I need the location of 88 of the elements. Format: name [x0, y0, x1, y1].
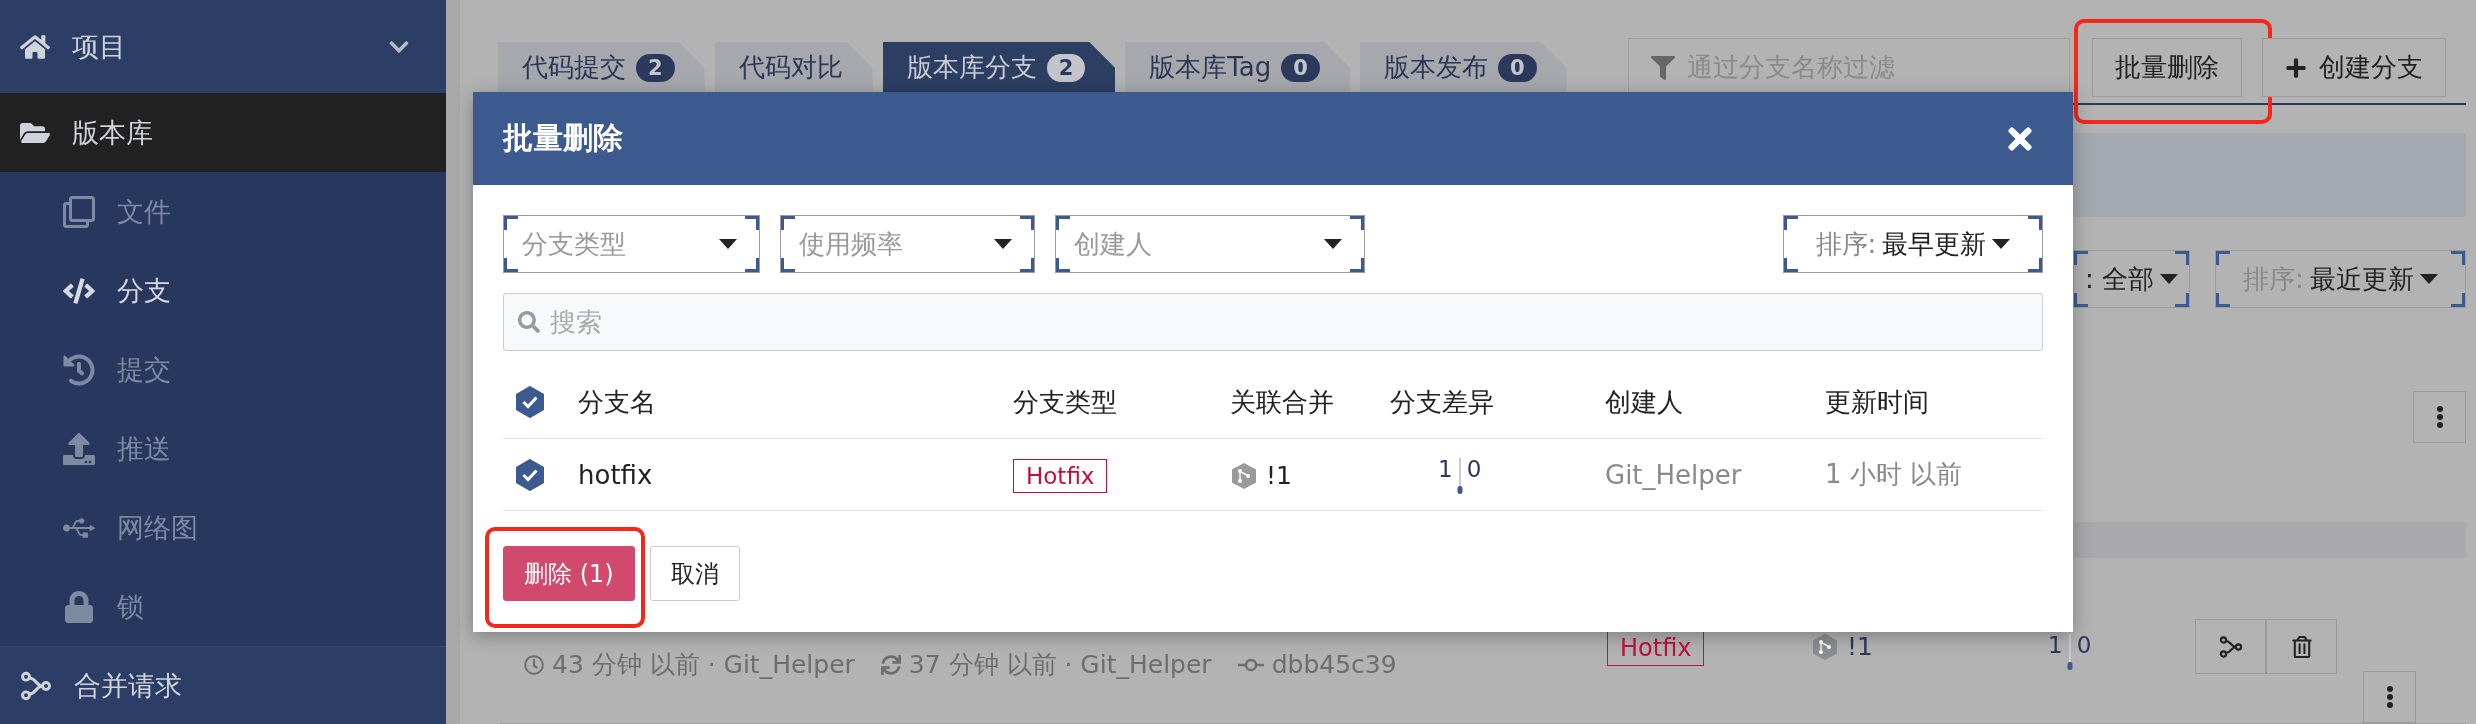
commit-hash: dbb45c39 — [1237, 648, 1397, 681]
tab-label: 代码提交 — [522, 51, 626, 84]
diff-bar-icon — [1454, 455, 1465, 496]
column-header: 分支名 — [578, 385, 657, 419]
select-placeholder: 分支类型 — [522, 227, 626, 261]
checkbox[interactable] — [515, 386, 545, 418]
caret-icon — [2419, 274, 2438, 284]
merge-icon — [1811, 632, 1839, 661]
behind-count: 0 — [1466, 455, 1482, 482]
lock-icon — [63, 590, 95, 623]
caret-icon — [719, 239, 737, 249]
column-header: 关联合并 — [1230, 385, 1335, 419]
column-header: 创建人 — [1605, 385, 1684, 419]
tab-label: 版本库Tag — [1149, 51, 1272, 84]
checkbox[interactable] — [515, 458, 545, 491]
select-placeholder: 创建人 — [1074, 227, 1152, 261]
merge-button[interactable] — [2195, 619, 2266, 674]
sidebar-item[interactable]: 合并请求 — [0, 646, 446, 724]
count-badge: 0 — [1281, 53, 1320, 82]
branch-name: hotfix — [578, 459, 654, 490]
merge-icon — [1230, 461, 1258, 490]
sidebar-item[interactable]: 版本库 — [0, 93, 446, 172]
sidebar-label: 项目 — [72, 29, 127, 64]
sidebar-item[interactable]: 项目 — [0, 0, 446, 93]
tab[interactable]: 版本库分支 2 — [882, 42, 1116, 93]
sync-icon — [880, 654, 901, 675]
behind-count: 0 — [2076, 632, 2092, 658]
search-icon — [518, 311, 540, 333]
history-icon — [63, 353, 95, 386]
caret-icon — [2160, 274, 2178, 284]
more-icon — [2436, 406, 2443, 428]
nodes-icon — [20, 670, 52, 702]
sidebar-label: 文件 — [117, 194, 172, 229]
column-header: 分支类型 — [1013, 385, 1118, 419]
delete-button[interactable] — [2266, 619, 2337, 674]
column-header: 分支差异 — [1390, 385, 1495, 419]
created-time: 43 分钟 以前 · Git_Helper — [524, 648, 855, 681]
copy-icon — [63, 195, 95, 228]
sidebar-label: 锁 — [117, 589, 145, 624]
caret-icon — [994, 239, 1012, 249]
more-button[interactable] — [2413, 391, 2466, 443]
branch-type-tag: Hotfix — [1607, 630, 1705, 666]
upload-icon — [63, 432, 95, 465]
caret-icon — [1992, 239, 2011, 249]
tab[interactable]: 版本发布 0 — [1359, 42, 1567, 93]
ahead-count: 1 — [2048, 632, 2063, 658]
sidebar-label: 推送 — [117, 431, 172, 466]
nodes-icon — [2218, 634, 2243, 659]
count-badge: 0 — [1497, 53, 1537, 82]
tab-label: 版本库分支 — [906, 51, 1037, 84]
branch-type-tag: Hotfix — [1013, 458, 1108, 493]
merge-link[interactable]: !1 — [1266, 461, 1292, 490]
cancel-button[interactable]: 取消 — [649, 546, 740, 601]
clock-icon — [524, 654, 544, 675]
sidebar-label: 提交 — [117, 352, 172, 387]
merge-link[interactable]: !1 — [1847, 632, 1873, 661]
trash-icon — [2290, 635, 2313, 658]
select-placeholder: 使用频率 — [799, 227, 903, 261]
sidebar-label: 版本库 — [72, 115, 154, 150]
more-button[interactable] — [2363, 671, 2416, 723]
diff-bar-icon — [2064, 632, 2075, 672]
filter-icon — [1651, 55, 1675, 80]
create-branch-button[interactable]: 创建分支 — [2262, 38, 2446, 97]
dialog-title: 批量删除 — [503, 119, 623, 157]
column-header: 更新时间 — [1825, 385, 1930, 419]
updated-time: 1 小时 以前 — [1825, 458, 1964, 491]
batch-delete-button[interactable]: 批量删除 — [2092, 38, 2242, 97]
tab[interactable]: 代码提交 2 — [498, 42, 705, 93]
sidebar-label: 合并请求 — [74, 669, 183, 703]
tab[interactable]: 代码对比 — [714, 42, 873, 93]
search-placeholder: 搜索 — [550, 305, 602, 339]
plus-icon — [2285, 56, 2307, 79]
caret-icon — [1324, 239, 1342, 249]
more-icon — [2386, 686, 2393, 708]
updated-time: 37 分钟 以前 · Git_Helper — [880, 648, 1212, 681]
ahead-count: 1 — [1438, 455, 1453, 482]
tab-label: 代码对比 — [738, 51, 843, 84]
sort-dropdown[interactable]: 排序: 最早更新 — [1783, 215, 2043, 273]
sidebar-label: 分支 — [117, 273, 172, 308]
sidebar-label: 网络图 — [117, 510, 199, 545]
delete-button[interactable]: 删除 (1) — [503, 546, 635, 601]
tab[interactable]: 版本库Tag 0 — [1125, 42, 1350, 93]
count-badge: 2 — [1046, 53, 1086, 82]
creator-name: Git_Helper — [1605, 459, 1743, 490]
filter-dropdown[interactable]: : 全部 — [2073, 250, 2190, 308]
commit-icon — [1237, 657, 1264, 672]
tab-label: 版本发布 — [1383, 51, 1488, 84]
count-badge: 2 — [636, 53, 675, 82]
